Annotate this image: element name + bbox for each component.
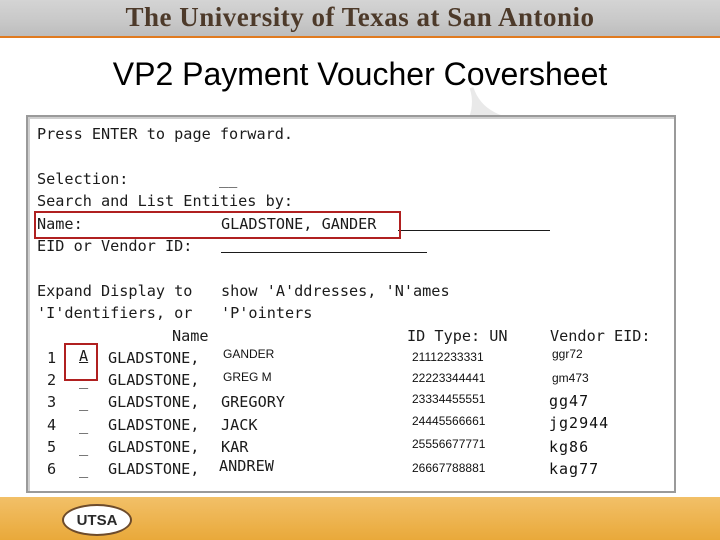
search-header: Search and List Entities by: xyxy=(37,192,294,210)
row-number: 1 xyxy=(47,349,57,367)
row-vendor-eid: ggr72 xyxy=(552,347,583,361)
row-number: 2 xyxy=(47,371,57,389)
identifiers-text-a: 'I'dentifiers, or xyxy=(37,304,193,322)
row-select-input[interactable]: _ xyxy=(79,416,88,434)
expand-text-a: Expand Display to xyxy=(37,282,193,300)
slide-title: VP2 Payment Voucher Coversheet xyxy=(112,56,608,92)
row-first-name: KAR xyxy=(221,438,249,456)
row-last-name: GLADSTONE, xyxy=(108,416,200,434)
header-divider xyxy=(0,36,720,38)
row-first-name: GREGORY xyxy=(221,393,286,411)
row-last-name: GLADSTONE, xyxy=(108,438,200,456)
eid-input[interactable] xyxy=(221,252,427,253)
row-first-name: GANDER xyxy=(223,347,275,361)
selection-label: Selection: xyxy=(37,170,129,188)
row-vendor-eid: gg47 xyxy=(549,392,590,410)
row-vendor-eid: gm473 xyxy=(552,371,589,385)
row-id: 23334455551 xyxy=(412,392,486,406)
row-vendor-eid: jg2944 xyxy=(549,414,610,432)
header-banner: The University of Texas at San Antonio xyxy=(0,0,720,36)
row-id: 25556677771 xyxy=(412,437,486,451)
row-number: 5 xyxy=(47,438,57,456)
row-first-name: GREG M xyxy=(223,370,272,384)
row-id: 26667788881 xyxy=(412,461,486,475)
row-select-input[interactable]: _ xyxy=(79,393,88,411)
row-vendor-eid: kg86 xyxy=(549,438,590,456)
row-first-name: JACK xyxy=(221,416,258,434)
row-last-name: GLADSTONE, xyxy=(108,371,200,389)
selection-highlight-box xyxy=(64,343,98,381)
row-last-name: GLADSTONE, xyxy=(108,393,200,411)
row-number: 3 xyxy=(47,393,57,411)
row-number: 6 xyxy=(47,460,57,478)
name-highlight-box xyxy=(34,211,401,239)
row-id: 21112233331 xyxy=(412,350,484,364)
eid-label: EID or Vendor ID: xyxy=(37,237,193,255)
row-id: 22223344441 xyxy=(412,371,486,385)
identifiers-text-b: 'P'ointers xyxy=(221,304,313,322)
column-header-idtype: ID Type: UN xyxy=(407,327,508,345)
row-select-input[interactable]: _ xyxy=(79,460,88,478)
row-id: 24445566661 xyxy=(412,414,486,428)
row-number: 4 xyxy=(47,416,57,434)
name-input-underline xyxy=(398,230,550,231)
row-select-input[interactable]: _ xyxy=(79,438,88,456)
row-first-name: ANDREW xyxy=(219,457,274,475)
column-header-vendor: Vendor EID: xyxy=(550,327,651,345)
row-last-name: GLADSTONE, xyxy=(108,460,200,478)
university-name: The University of Texas at San Antonio xyxy=(125,2,595,32)
column-header-name: Name xyxy=(172,327,209,345)
expand-text-b: show 'A'ddresses, 'N'ames xyxy=(221,282,450,300)
instruction-text: Press ENTER to page forward. xyxy=(37,125,294,143)
utsa-logo: UTSA xyxy=(62,504,132,536)
selection-input[interactable]: __ xyxy=(219,170,237,188)
row-vendor-eid: kag77 xyxy=(549,460,600,478)
terminal-screen: Press ENTER to page forward. Selection: … xyxy=(26,115,676,493)
row-last-name: GLADSTONE, xyxy=(108,349,200,367)
